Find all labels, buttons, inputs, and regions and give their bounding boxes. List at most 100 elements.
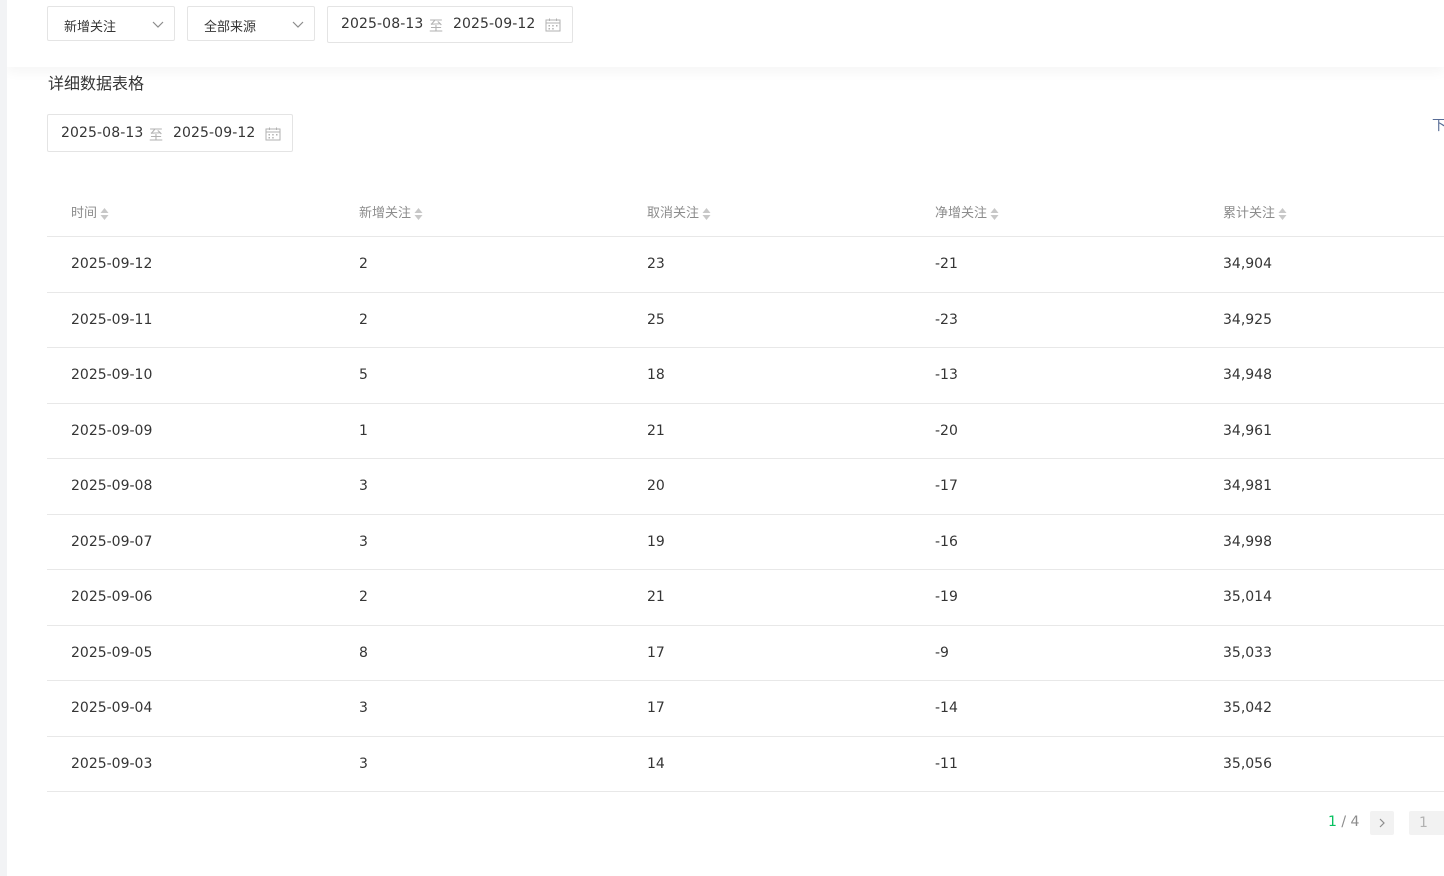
top-date-end: 2025-09-12 bbox=[453, 16, 536, 32]
cell-net-follows: -21 bbox=[935, 256, 958, 272]
cell-unfollows: 23 bbox=[647, 256, 665, 272]
cell-total-follows: 35,014 bbox=[1223, 589, 1272, 605]
table-date-start: 2025-08-13 bbox=[61, 125, 144, 141]
calendar-icon bbox=[265, 127, 281, 141]
cell-total-follows: 35,042 bbox=[1223, 700, 1272, 716]
next-page-button[interactable] bbox=[1370, 811, 1394, 835]
table-row: 2025-09-10 5 18 -13 34,948 bbox=[47, 348, 1444, 404]
cell-unfollows: 19 bbox=[647, 533, 665, 550]
cell-time: 2025-09-12 bbox=[71, 256, 153, 272]
page-jump-input[interactable] bbox=[1409, 811, 1444, 835]
metric-type-select[interactable]: 新增关注 bbox=[47, 6, 175, 41]
cell-new-follows: 8 bbox=[359, 644, 368, 661]
filter-bar: 新增关注 全部来源 2025-08-13 至 2025-09-12 bbox=[7, 0, 1444, 67]
table-header: 时间 新增关注 取消关注 净增关注 累计关注 bbox=[47, 183, 1444, 237]
table-row: 2025-09-06 2 21 -19 35,014 bbox=[47, 570, 1444, 626]
source-select-label: 全部来源 bbox=[204, 20, 257, 35]
cell-total-follows: 34,981 bbox=[1223, 478, 1272, 494]
chevron-right-icon bbox=[1379, 818, 1385, 828]
column-header-total-follows[interactable]: 累计关注 bbox=[1223, 202, 1287, 221]
cell-net-follows: -19 bbox=[935, 589, 958, 605]
cell-time: 2025-09-08 bbox=[71, 478, 153, 494]
cell-time: 2025-09-09 bbox=[71, 422, 153, 439]
cell-unfollows: 21 bbox=[647, 589, 665, 605]
cell-net-follows: -13 bbox=[935, 367, 958, 383]
cell-new-follows: 1 bbox=[359, 422, 368, 439]
cell-new-follows: 3 bbox=[359, 478, 368, 494]
cell-net-follows: -20 bbox=[935, 422, 958, 439]
cell-new-follows: 5 bbox=[359, 367, 368, 383]
column-header-unfollows[interactable]: 取消关注 bbox=[647, 202, 711, 221]
cell-unfollows: 20 bbox=[647, 478, 665, 494]
page-container: 新增关注 全部来源 2025-08-13 至 2025-09-12 详细数据表格… bbox=[7, 0, 1444, 876]
cell-net-follows: -9 bbox=[935, 644, 949, 661]
chevron-down-icon bbox=[152, 21, 164, 28]
cell-new-follows: 2 bbox=[359, 589, 368, 605]
table-date-range-picker[interactable]: 2025-08-13 至 2025-09-12 bbox=[47, 114, 293, 152]
cell-time: 2025-09-03 bbox=[71, 755, 153, 772]
table-row: 2025-09-07 3 19 -16 34,998 bbox=[47, 515, 1444, 570]
table-body: 2025-09-12 2 23 -21 34,904 2025-09-11 2 … bbox=[47, 237, 1444, 792]
total-pages: 4 bbox=[1350, 814, 1360, 830]
cell-total-follows: 34,961 bbox=[1223, 422, 1272, 439]
cell-total-follows: 34,925 bbox=[1223, 311, 1272, 328]
cell-unfollows: 18 bbox=[647, 367, 665, 383]
cell-unfollows: 21 bbox=[647, 422, 665, 439]
table-row: 2025-09-05 8 17 -9 35,033 bbox=[47, 626, 1444, 681]
cell-new-follows: 3 bbox=[359, 700, 368, 716]
cell-unfollows: 25 bbox=[647, 311, 665, 328]
page-indicator: 1 / 4 bbox=[1328, 814, 1359, 830]
cell-net-follows: -14 bbox=[935, 700, 958, 716]
table-date-separator: 至 bbox=[149, 128, 163, 144]
calendar-icon bbox=[545, 18, 561, 32]
table-row: 2025-09-09 1 21 -20 34,961 bbox=[47, 404, 1444, 459]
top-date-separator: 至 bbox=[429, 19, 443, 35]
cell-time: 2025-09-10 bbox=[71, 367, 153, 383]
sort-icon bbox=[1278, 207, 1287, 220]
table-row: 2025-09-11 2 25 -23 34,925 bbox=[47, 293, 1444, 348]
column-header-net-follows[interactable]: 净增关注 bbox=[935, 202, 999, 221]
cell-time: 2025-09-05 bbox=[71, 644, 153, 661]
page-separator: / bbox=[1336, 814, 1351, 830]
top-date-start: 2025-08-13 bbox=[341, 16, 424, 32]
cell-total-follows: 34,948 bbox=[1223, 367, 1272, 383]
download-link[interactable]: 下 bbox=[1432, 115, 1444, 135]
source-select[interactable]: 全部来源 bbox=[187, 6, 315, 41]
table-row: 2025-09-08 3 20 -17 34,981 bbox=[47, 459, 1444, 515]
sort-icon bbox=[100, 207, 109, 220]
cell-unfollows: 17 bbox=[647, 644, 665, 661]
detail-data-table: 时间 新增关注 取消关注 净增关注 累计关注 2025-09-12 2 23 -… bbox=[47, 183, 1444, 792]
cell-time: 2025-09-07 bbox=[71, 533, 153, 550]
cell-new-follows: 2 bbox=[359, 256, 368, 272]
section-title: 详细数据表格 bbox=[48, 74, 145, 93]
current-page: 1 bbox=[1328, 814, 1337, 830]
cell-new-follows: 3 bbox=[359, 533, 368, 550]
cell-unfollows: 17 bbox=[647, 700, 665, 716]
cell-net-follows: -11 bbox=[935, 755, 958, 772]
column-header-label: 取消关注 bbox=[647, 206, 700, 221]
cell-total-follows: 35,033 bbox=[1223, 644, 1272, 661]
table-row: 2025-09-03 3 14 -11 35,056 bbox=[47, 737, 1444, 792]
top-date-range-picker[interactable]: 2025-08-13 至 2025-09-12 bbox=[327, 6, 573, 43]
cell-net-follows: -16 bbox=[935, 533, 958, 550]
cell-time: 2025-09-11 bbox=[71, 311, 153, 328]
column-header-label: 新增关注 bbox=[359, 206, 412, 221]
column-header-new-follows[interactable]: 新增关注 bbox=[359, 202, 423, 221]
column-header-label: 时间 bbox=[71, 206, 98, 221]
cell-time: 2025-09-04 bbox=[71, 700, 153, 716]
sort-icon bbox=[990, 207, 999, 220]
table-date-end: 2025-09-12 bbox=[173, 125, 256, 141]
sort-icon bbox=[414, 207, 423, 220]
cell-total-follows: 34,904 bbox=[1223, 256, 1272, 272]
cell-total-follows: 34,998 bbox=[1223, 533, 1272, 550]
cell-new-follows: 2 bbox=[359, 311, 368, 328]
cell-unfollows: 14 bbox=[647, 755, 665, 772]
table-row: 2025-09-12 2 23 -21 34,904 bbox=[47, 237, 1444, 293]
metric-type-select-label: 新增关注 bbox=[64, 20, 117, 35]
column-header-label: 净增关注 bbox=[935, 206, 988, 221]
table-row: 2025-09-04 3 17 -14 35,042 bbox=[47, 681, 1444, 737]
sort-icon bbox=[702, 207, 711, 220]
cell-net-follows: -23 bbox=[935, 311, 958, 328]
chevron-down-icon bbox=[292, 21, 304, 28]
column-header-time[interactable]: 时间 bbox=[71, 202, 109, 221]
